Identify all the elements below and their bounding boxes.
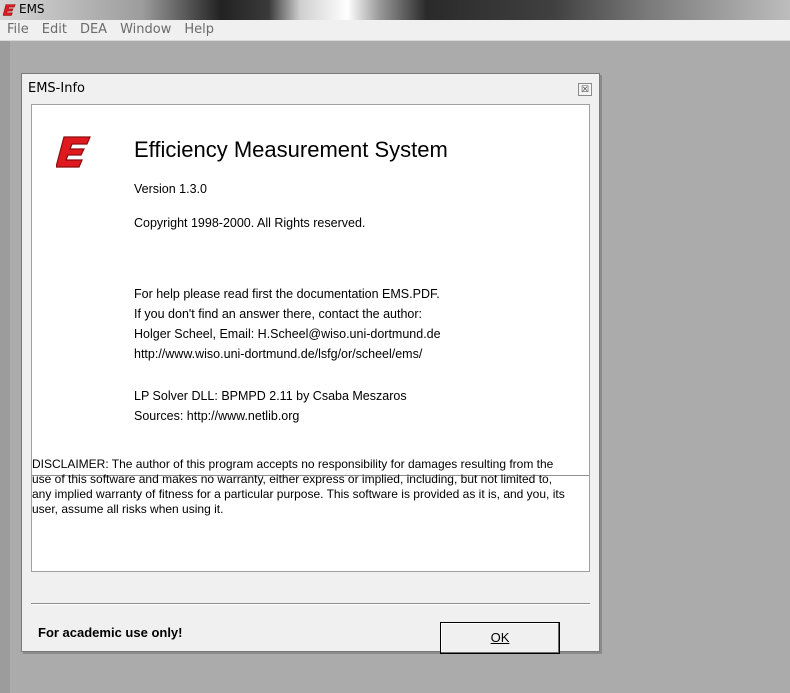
disclaimer-text: DISCLAIMER: The author of this program a… xyxy=(32,457,565,516)
ems-logo-icon xyxy=(3,4,16,16)
ems-info-dialog: EMS-Info ☒ Efficiency Measurement System… xyxy=(21,73,600,654)
menu-help[interactable]: Help xyxy=(178,20,220,40)
copyright-text: Copyright 1998-2000. All Rights reserved… xyxy=(134,216,366,230)
solver-line: LP Solver DLL: BPMPD 2.11 by Csaba Mesza… xyxy=(134,389,407,403)
ok-button[interactable]: OK xyxy=(440,622,560,654)
app-titlebar: EMS xyxy=(0,0,790,20)
help-line: For help please read first the documenta… xyxy=(134,287,440,301)
separator xyxy=(31,603,590,605)
version-text: Version 1.3.0 xyxy=(134,182,207,196)
menu-window[interactable]: Window xyxy=(114,20,177,40)
menu-edit[interactable]: Edit xyxy=(36,20,73,40)
app-title: EMS xyxy=(19,2,45,16)
menu-dea[interactable]: DEA xyxy=(74,20,113,40)
product-heading: Efficiency Measurement System xyxy=(134,137,448,162)
menu-file[interactable]: File xyxy=(1,20,35,40)
help-line: If you don't find an answer there, conta… xyxy=(134,307,422,321)
dialog-titlebar[interactable]: EMS-Info ☒ xyxy=(22,74,599,102)
dialog-title: EMS-Info xyxy=(28,81,85,96)
menu-bar: File Edit DEA Window Help xyxy=(0,20,790,41)
help-line: http://www.wiso.uni-dortmund.de/lsfg/or/… xyxy=(134,347,423,361)
help-line: Holger Scheel, Email: H.Scheel@wiso.uni-… xyxy=(134,327,441,341)
close-icon[interactable]: ☒ xyxy=(578,83,592,96)
mdi-client-edge xyxy=(0,41,10,693)
solver-line: Sources: http://www.netlib.org xyxy=(134,409,300,423)
academic-note: For academic use only! xyxy=(38,625,183,640)
ems-logo-icon xyxy=(56,136,91,168)
